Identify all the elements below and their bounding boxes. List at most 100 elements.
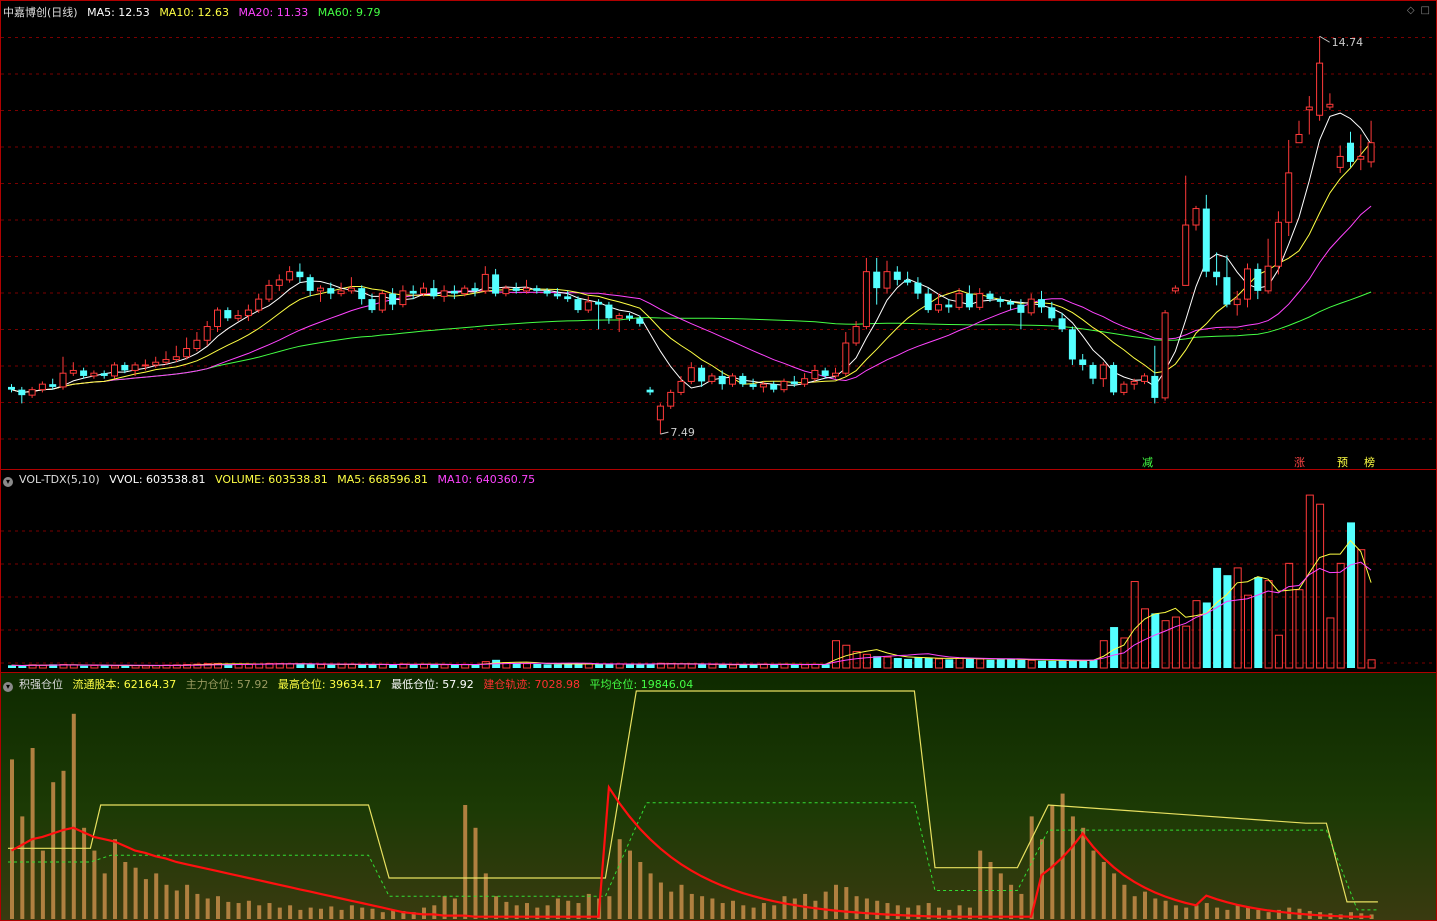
indicator-menu-icon[interactable]: ▾ [3,477,13,487]
position-bar [1050,805,1055,919]
volume-bar [1326,617,1335,669]
volume-bar [18,665,27,668]
candle-body [687,367,695,382]
candle-body [1367,142,1375,163]
volume-header: ▾ VOL-TDX(5,10) VVOL: 603538.81 VOLUME: 6… [3,473,541,489]
candle-body [492,274,500,294]
ma60-value: MA60: 9.79 [317,6,381,19]
candle-body [955,293,963,308]
volume-panel[interactable]: ▾ VOL-TDX(5,10) VVOL: 603538.81 VOLUME: 6… [0,470,1437,673]
position-bar [1194,905,1199,919]
candle-body [533,288,541,291]
volume-bar [924,657,933,668]
max-pos-value: 最高仓位: 39634.17 [277,678,382,691]
position-bar [1184,907,1189,919]
price-chart-panel[interactable]: 中嘉博创(日线) MA5: 12.53 MA10: 12.63 MA20: 11… [0,0,1437,470]
candle-body [1007,301,1015,305]
position-bar [195,893,200,919]
candle-body [59,372,67,388]
volume-bar [1285,562,1294,669]
candle-body [1213,271,1221,278]
candle-body [1068,329,1076,360]
panel-corner-controls: ◇ □ [1401,5,1430,16]
volume-bar [1079,659,1088,668]
volume-bar [327,664,336,668]
position-bar [1173,905,1178,919]
volume-bar [1244,594,1252,669]
candle-body [8,386,15,390]
volume-bar [584,663,593,669]
candle-body [131,364,139,371]
position-chart[interactable] [1,673,1437,921]
position-panel[interactable]: ▾ 积强仓位 流通股本: 62164.37 主力仓位: 57.92 最高仓位: 3… [0,673,1437,921]
candle-body [698,367,706,382]
position-bar [1256,909,1261,919]
volume-bar [420,663,428,669]
candle-body [708,375,716,382]
position-bar [267,903,272,919]
low-marker-line [660,431,669,435]
volume-bar [605,664,614,668]
volume-chart[interactable] [1,470,1437,673]
position-bar [246,900,251,919]
volume-bar [1068,660,1077,668]
minimize-icon[interactable]: □ [1421,5,1430,16]
position-bar [174,890,179,919]
position-bar [782,896,787,919]
position-bar [216,896,220,919]
diamond-icon[interactable]: ◇ [1407,5,1415,16]
position-bar [679,884,684,919]
position-bar [813,900,818,919]
position-bar [257,905,262,919]
average-position-line [8,802,1378,911]
candle-body [193,339,201,349]
position-bar [772,905,777,919]
candle-body [893,271,901,280]
high-price-label: 14.74 [1332,36,1364,49]
volume-bar [553,664,562,668]
position-bar [834,884,838,919]
position-bar [998,873,1003,919]
candle-body [976,293,984,308]
candle-body [162,358,170,363]
volume-bar [1110,627,1119,668]
position-bar [143,879,148,919]
candle-body [945,304,953,308]
position-bar [1019,893,1024,919]
candle-body [1038,299,1045,308]
candle-body [38,383,46,391]
position-bar [741,905,746,919]
volume-bar [1254,577,1263,668]
position-bar [1163,900,1168,919]
candle-body [80,370,88,376]
candle-body [1058,318,1066,330]
volume-bar [893,657,902,668]
signal-jian: 减 [1142,456,1153,469]
candle-body [121,364,129,371]
volume-bar [986,659,995,668]
candle-body [986,293,994,300]
volume-bar [1161,620,1170,669]
volume-bar [450,664,459,668]
position-bar [823,891,828,919]
position-bar [761,903,766,919]
candlestick-chart[interactable]: 14.74 7.49 [1,1,1437,470]
candle-body [183,348,191,358]
candle-body [811,369,819,380]
candle-body [1161,312,1169,399]
position-bar [185,884,190,919]
volume-bar [636,664,645,668]
indicator-menu-icon[interactable]: ▾ [3,682,13,692]
position-bar [154,873,159,919]
volume-title: VOL-TDX(5,10) [19,473,100,486]
volume-bar [141,665,150,669]
position-bar [978,850,983,919]
position-bar [864,898,869,919]
volume-bar [1182,625,1191,669]
position-bar [648,873,653,919]
candle-body [100,373,108,376]
position-bar [339,909,344,919]
position-bar [71,713,76,919]
volume-bar [1038,660,1046,668]
candle-body [1151,375,1159,398]
